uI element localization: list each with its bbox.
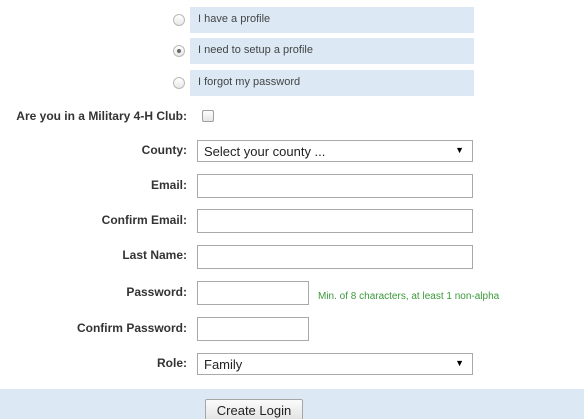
option-setup-profile[interactable]: I need to setup a profile: [190, 38, 474, 64]
role-label: Role:: [157, 356, 187, 370]
county-select-value: Select your county ...: [204, 144, 326, 159]
option-setup-profile-label: I need to setup a profile: [198, 44, 313, 56]
email-field[interactable]: [197, 174, 473, 198]
create-login-button[interactable]: Create Login: [205, 399, 303, 419]
confirm-password-field[interactable]: [197, 317, 309, 341]
military-club-label: Are you in a Military 4-H Club:: [16, 109, 187, 123]
dropdown-arrow-icon: ▼: [455, 145, 464, 155]
option-forgot-password[interactable]: I forgot my password: [190, 70, 474, 96]
password-label: Password:: [126, 285, 187, 299]
role-select-value: Family: [204, 357, 243, 372]
option-have-profile[interactable]: I have a profile: [190, 7, 474, 33]
password-hint: Min. of 8 characters, at least 1 non-alp…: [318, 291, 500, 302]
county-select[interactable]: Select your county ... ▼: [197, 140, 473, 162]
password-field[interactable]: [197, 281, 309, 305]
county-label: County:: [141, 143, 187, 157]
confirm-password-label: Confirm Password:: [76, 321, 187, 335]
radio-setup-profile[interactable]: [173, 45, 185, 57]
confirm-email-field[interactable]: [197, 209, 473, 233]
last-name-field[interactable]: [197, 245, 473, 269]
confirm-email-label: Confirm Email:: [101, 213, 187, 227]
option-forgot-password-label: I forgot my password: [198, 76, 301, 88]
create-login-form: I have a profile I need to setup a profi…: [0, 0, 584, 419]
radio-have-profile[interactable]: [173, 14, 185, 26]
radio-forgot-password[interactable]: [173, 77, 185, 89]
last-name-label: Last Name:: [122, 248, 187, 262]
option-have-profile-label: I have a profile: [198, 13, 271, 25]
dropdown-arrow-icon: ▼: [455, 358, 464, 368]
email-label: Email:: [150, 178, 187, 192]
military-club-checkbox[interactable]: [202, 110, 214, 122]
role-select[interactable]: Family ▼: [197, 353, 473, 375]
